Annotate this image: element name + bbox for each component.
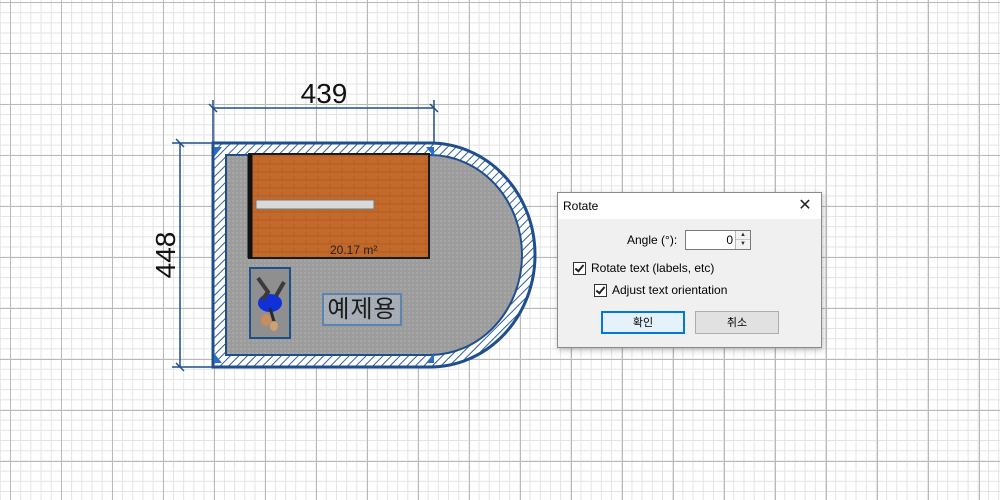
spinner-up-icon[interactable]: ▲: [736, 231, 750, 240]
floor-plan[interactable]: 20.17 m² 439 448: [0, 0, 1000, 500]
adjust-orientation-label: Adjust text orientation: [612, 283, 728, 297]
dialog-titlebar[interactable]: Rotate ✕: [558, 193, 821, 219]
rotate-text-checkbox[interactable]: [573, 261, 586, 275]
spinner-down-icon[interactable]: ▼: [736, 240, 750, 249]
rotate-dialog: Rotate ✕ Angle (°): ▲ ▼ Rotate text (lab…: [557, 192, 822, 348]
height-dimension-label: 448: [150, 232, 181, 279]
adjust-orientation-checkbox[interactable]: [594, 283, 607, 297]
spinner-buttons: ▲ ▼: [735, 231, 750, 249]
angle-label: Angle (°):: [627, 233, 678, 247]
rotate-text-label: Rotate text (labels, etc): [591, 261, 715, 275]
angle-input[interactable]: [686, 231, 736, 249]
close-icon[interactable]: ✕: [791, 194, 819, 218]
rotate-text-checkbox-row[interactable]: Rotate text (labels, etc): [573, 260, 714, 276]
room-name-label[interactable]: 예제용: [322, 293, 402, 326]
ok-button[interactable]: 확인: [601, 311, 685, 334]
shelf: [255, 199, 375, 210]
angle-spinner[interactable]: ▲ ▼: [685, 230, 751, 250]
width-dimension-label: 439: [301, 78, 348, 109]
checkmark-icon: [595, 283, 606, 295]
dialog-title: Rotate: [563, 199, 599, 213]
checkmark-icon: [574, 261, 585, 273]
area-label: 20.17 m²: [330, 243, 377, 257]
adjust-orientation-checkbox-row[interactable]: Adjust text orientation: [594, 282, 727, 298]
cancel-button[interactable]: 취소: [695, 311, 779, 334]
